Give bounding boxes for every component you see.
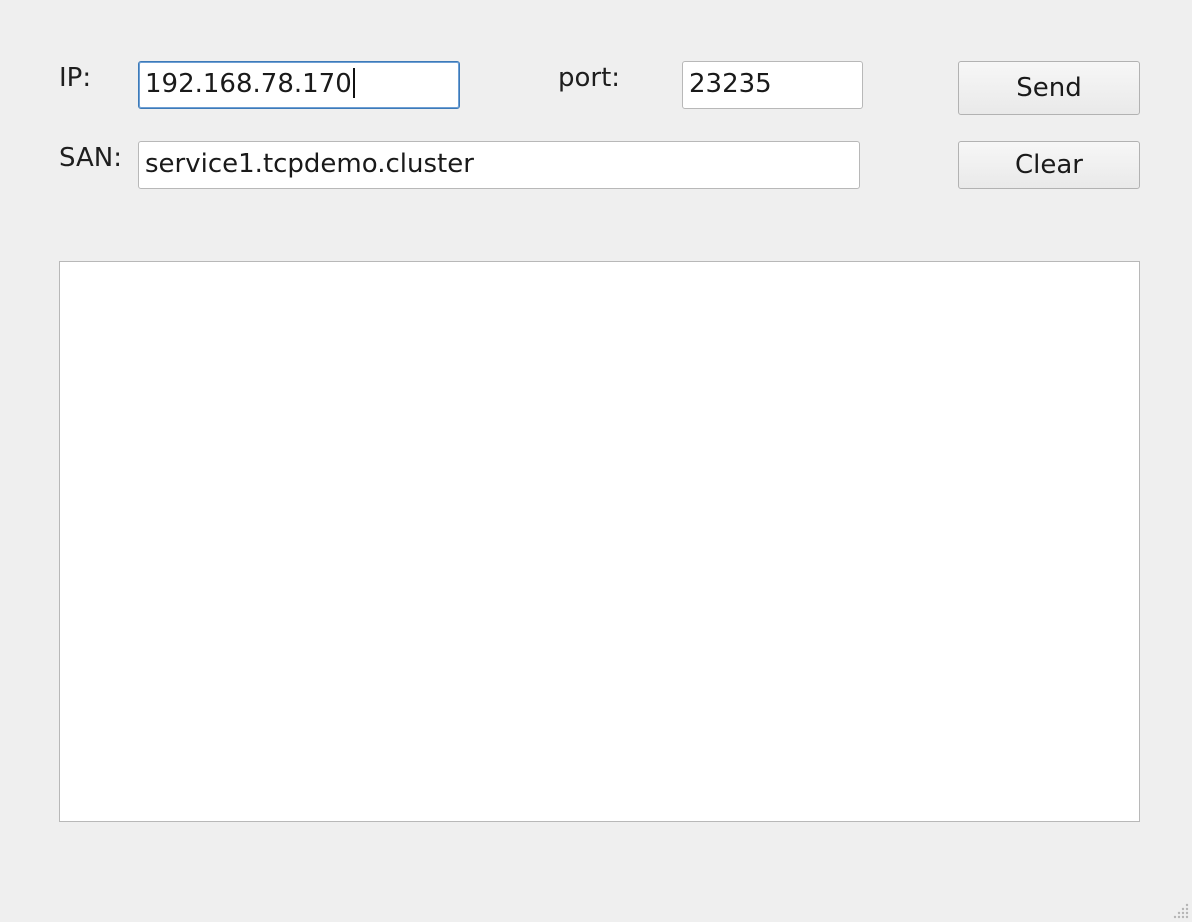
port-label: port: <box>558 63 621 93</box>
san-input-value: service1.tcpdemo.cluster <box>145 149 474 179</box>
text-caret <box>352 67 355 98</box>
san-input[interactable]: service1.tcpdemo.cluster <box>138 141 860 189</box>
output-text-area[interactable] <box>59 261 1140 822</box>
port-input[interactable]: 23235 <box>682 61 863 109</box>
client-window: IP: 192.168.78.170 port: 23235 Send SAN:… <box>0 0 1192 922</box>
ip-input-value: 192.168.78.170 <box>145 69 352 99</box>
san-label: SAN: <box>59 143 122 173</box>
ip-label: IP: <box>59 63 92 93</box>
resize-grip-icon[interactable] <box>1170 900 1190 920</box>
send-button[interactable]: Send <box>958 61 1140 115</box>
port-input-value: 23235 <box>689 69 772 99</box>
clear-button[interactable]: Clear <box>958 141 1140 189</box>
ip-input[interactable]: 192.168.78.170 <box>138 61 460 109</box>
